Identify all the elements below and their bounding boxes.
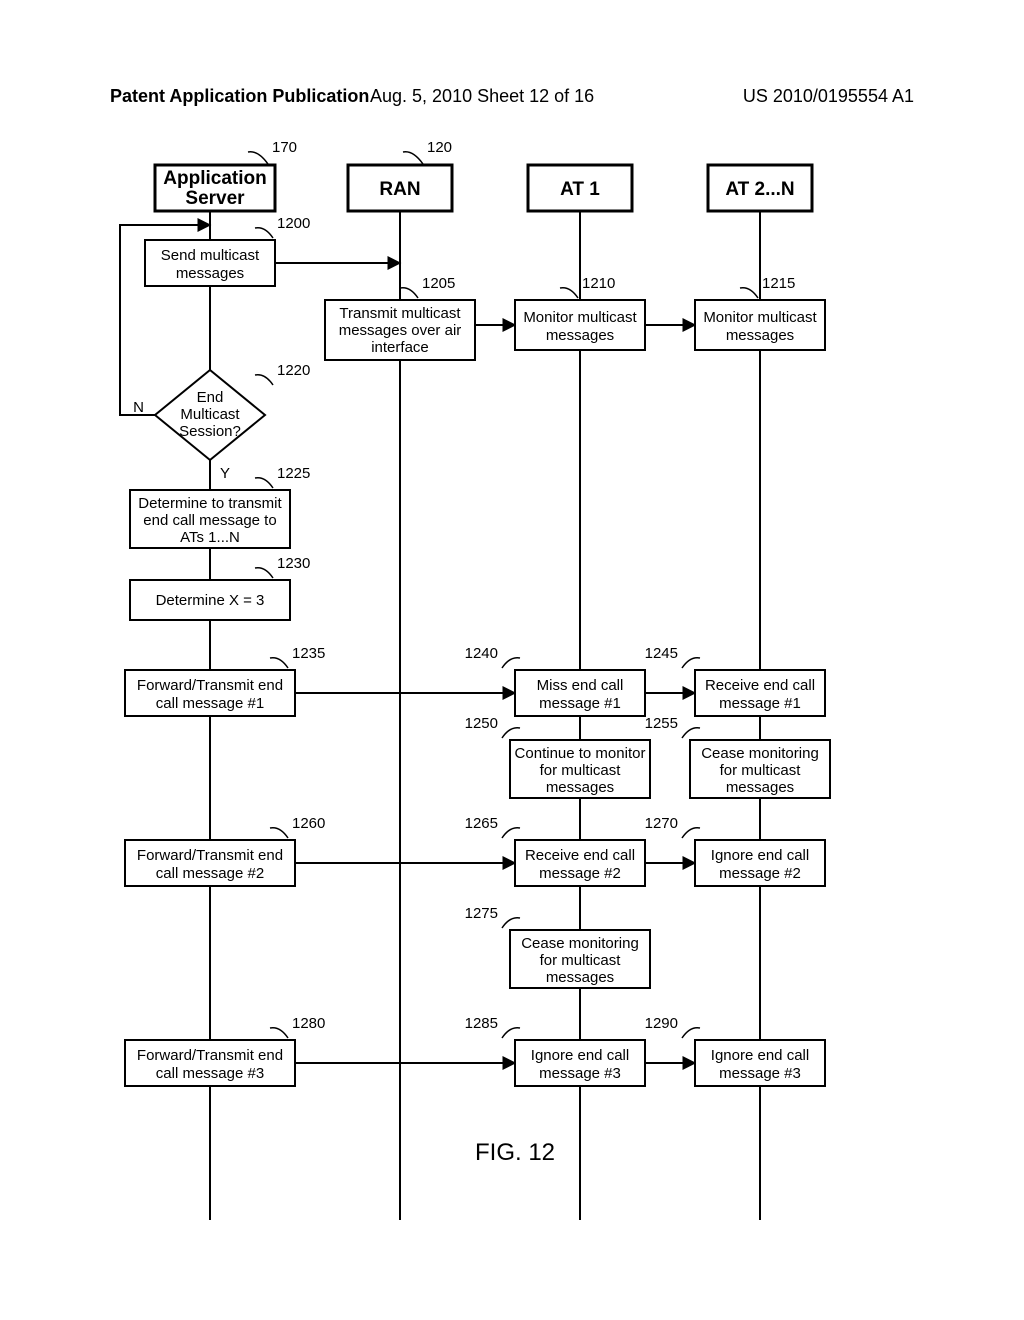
- b1230-l1: Determine X = 3: [156, 592, 265, 609]
- b1205-l1: Transmit multicast: [339, 305, 461, 322]
- b1225-l2: end call message to: [143, 512, 276, 529]
- b1235-l2: call message #1: [156, 695, 264, 712]
- b1220-l1: End: [197, 389, 224, 406]
- b1265-l1: Receive end call: [525, 847, 635, 864]
- ref-1225: 1225: [277, 465, 310, 482]
- b1245-l2: message #1: [719, 695, 801, 712]
- b1290-l1: Ignore end call: [711, 1047, 809, 1064]
- b1245-l1: Receive end call: [705, 677, 815, 694]
- b1255-l1: Cease monitoring: [701, 745, 819, 762]
- ref-1210: 1210: [582, 275, 615, 292]
- header-right: US 2010/0195554 A1: [743, 86, 914, 107]
- header-center: Aug. 5, 2010 Sheet 12 of 16: [370, 86, 594, 107]
- b1275-l3: messages: [546, 969, 614, 986]
- ref-1265: 1265: [465, 815, 498, 832]
- b1250-l1: Continue to monitor: [515, 745, 646, 762]
- b1215-l2: messages: [726, 327, 794, 344]
- b1205-l3: interface: [371, 339, 429, 356]
- b1285-l2: message #3: [539, 1065, 621, 1082]
- ref-1245: 1245: [645, 645, 678, 662]
- ref-1230: 1230: [277, 555, 310, 572]
- ref-1215: 1215: [762, 275, 795, 292]
- b1255-l3: messages: [726, 779, 794, 796]
- b1250-l3: messages: [546, 779, 614, 796]
- b1215-l1: Monitor multicast: [703, 309, 817, 326]
- ref-1220: 1220: [277, 362, 310, 379]
- ref-1205: 1205: [422, 275, 455, 292]
- ran-title: RAN: [379, 179, 420, 200]
- ref-1240: 1240: [465, 645, 498, 662]
- b1260-l1: Forward/Transmit end: [137, 847, 283, 864]
- at2n-title: AT 2...N: [725, 179, 794, 200]
- at1-title: AT 1: [560, 179, 600, 200]
- ref-1235: 1235: [292, 645, 325, 662]
- b1270-l2: message #2: [719, 865, 801, 882]
- b1280-l1: Forward/Transmit end: [137, 1047, 283, 1064]
- b1250-l2: for multicast: [540, 762, 622, 779]
- b1290-l2: message #3: [719, 1065, 801, 1082]
- b1200-l2: messages: [176, 265, 244, 282]
- header-left: Patent Application Publication: [110, 86, 369, 107]
- ref-1285: 1285: [465, 1015, 498, 1032]
- b1255-l2: for multicast: [720, 762, 802, 779]
- ref-1270: 1270: [645, 815, 678, 832]
- b1260-l2: call message #2: [156, 865, 264, 882]
- ref-1280: 1280: [292, 1015, 325, 1032]
- ref-1260: 1260: [292, 815, 325, 832]
- b1285-l1: Ignore end call: [531, 1047, 629, 1064]
- b1210-l2: messages: [546, 327, 614, 344]
- b1225-l3: ATs 1...N: [180, 529, 240, 546]
- ref-1290: 1290: [645, 1015, 678, 1032]
- ref-170: 170: [272, 140, 297, 156]
- b1275-l1: Cease monitoring: [521, 935, 639, 952]
- ref-120: 120: [427, 140, 452, 156]
- b1220-l3: Session?: [179, 423, 241, 440]
- ref-1250: 1250: [465, 715, 498, 732]
- b1225-l1: Determine to transmit: [138, 495, 282, 512]
- figure-label: FIG. 12: [475, 1139, 555, 1166]
- b1205-l2: messages over air: [339, 322, 462, 339]
- decision-Y: Y: [220, 465, 230, 482]
- ref-1200: 1200: [277, 215, 310, 232]
- b1220-l2: Multicast: [180, 406, 240, 423]
- b1235-l1: Forward/Transmit end: [137, 677, 283, 694]
- decision-N: N: [133, 399, 144, 416]
- b1240-l2: message #1: [539, 695, 621, 712]
- b1270-l1: Ignore end call: [711, 847, 809, 864]
- ref-1275: 1275: [465, 905, 498, 922]
- appserver-title2: Server: [185, 188, 245, 209]
- page: Patent Application Publication Aug. 5, 2…: [0, 0, 1024, 1320]
- b1265-l2: message #2: [539, 865, 621, 882]
- ref-1255: 1255: [645, 715, 678, 732]
- b1210-l1: Monitor multicast: [523, 309, 637, 326]
- appserver-title1: Application: [163, 168, 266, 189]
- b1240-l1: Miss end call: [537, 677, 624, 694]
- diagram: Application Server 170 RAN 120 AT 1 AT 2…: [100, 140, 930, 1240]
- b1200-l1: Send multicast: [161, 247, 260, 264]
- b1280-l2: call message #3: [156, 1065, 264, 1082]
- b1275-l2: for multicast: [540, 952, 622, 969]
